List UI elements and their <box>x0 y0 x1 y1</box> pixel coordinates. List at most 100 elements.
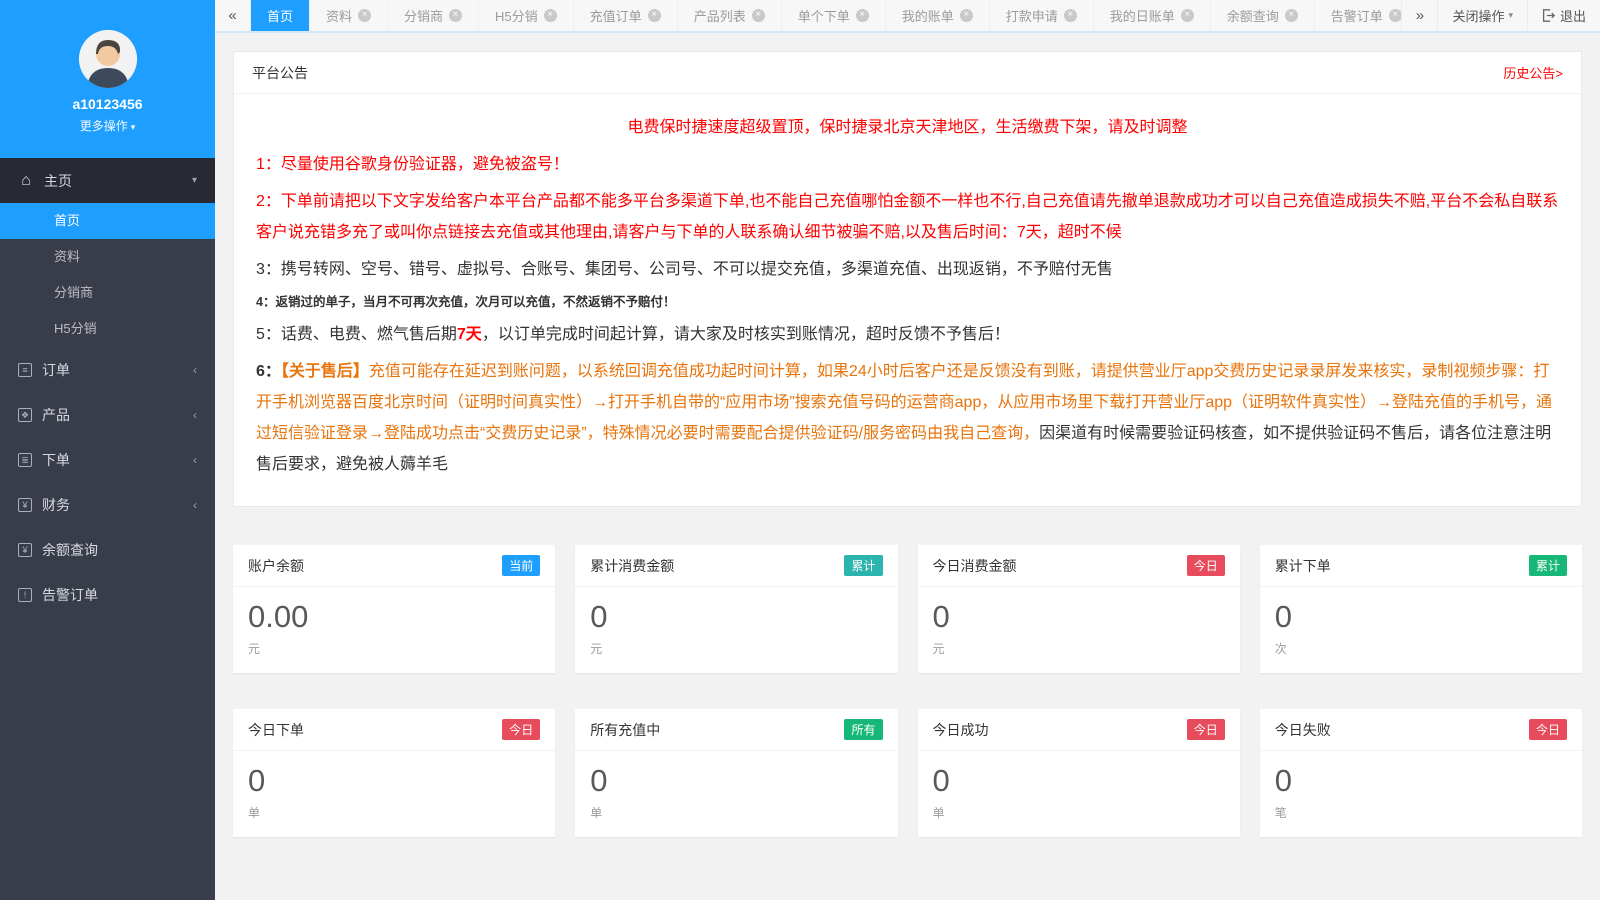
chevron-left-icon: ‹ <box>193 363 197 377</box>
tab-7[interactable]: 我的账单× <box>886 0 990 31</box>
logout-button[interactable]: 退出 <box>1527 0 1600 31</box>
announcement-panel-header: 平台公告 历史公告> <box>234 52 1581 94</box>
tab-3[interactable]: H5分销× <box>479 0 574 31</box>
tab-close-icon[interactable]: × <box>1389 9 1402 22</box>
announcement-segment: 4：返销过的单子，当月不可再次充值，次月可以充值，不然返销不予赔付！ <box>256 295 675 309</box>
tab-4[interactable]: 充值订单 × <box>574 0 678 31</box>
tab-2[interactable]: 分销商× <box>388 0 479 31</box>
double-chevron-left-icon: « <box>228 7 236 24</box>
stat-card-value: 0 <box>590 763 882 799</box>
tab-label: 产品列表 <box>694 6 746 25</box>
sidebar-subitem-1[interactable]: 资料 <box>0 239 215 275</box>
tab-0[interactable]: 首页 <box>251 0 310 31</box>
announcement-line: 5：话费、电费、燃气售后期7天，以订单完成时间起计算，请大家及时核实到账情况，超… <box>256 319 1559 350</box>
stat-card-title: 账户余额 <box>248 556 304 576</box>
sidebar-submenu: 首页资料分销商H5分销 <box>0 203 215 347</box>
announcement-panel: 平台公告 历史公告> 电费保时捷速度超级置顶，保时捷录北京天津地区，生活缴费下架… <box>233 51 1582 507</box>
stat-card-header: 今日消费金额今日 <box>918 545 1240 587</box>
stat-card-unit: 元 <box>248 640 540 657</box>
tab-close-icon[interactable]: × <box>648 9 661 22</box>
sidebar-subitem-3[interactable]: H5分销 <box>0 311 215 347</box>
stat-card-unit: 笔 <box>1275 804 1567 821</box>
tab-close-icon[interactable]: × <box>1064 9 1077 22</box>
tab-close-icon[interactable]: × <box>856 9 869 22</box>
stat-card-body: 0单 <box>918 751 1240 837</box>
sidebar-item-0[interactable]: ⌂ 主页 ▾ <box>0 158 215 203</box>
stat-card-header: 账户余额当前 <box>233 545 555 587</box>
sidebar-item-label: 财务 <box>42 495 70 515</box>
tab-label: 打款申请 <box>1006 6 1058 25</box>
stat-card-badge: 今日 <box>1187 555 1225 576</box>
stat-card-5: 所有充值中所有0单 <box>575 709 897 837</box>
stat-card-title: 今日失败 <box>1275 720 1331 740</box>
tab-9[interactable]: 我的日账单 × <box>1094 0 1211 31</box>
sidebar-item-label: 余额查询 <box>42 540 98 560</box>
logout-label: 退出 <box>1560 6 1586 25</box>
tab-6[interactable]: 单个下单× <box>782 0 886 31</box>
sidebar-item-1[interactable]: ≡订单‹ <box>0 347 215 392</box>
tab-close-icon[interactable]: × <box>449 9 462 22</box>
sidebar-item-label: 告警订单 <box>42 585 98 605</box>
more-actions-dropdown[interactable]: 更多操作▾ <box>80 117 136 134</box>
tab-label: 充值订单 <box>590 6 642 25</box>
logout-icon <box>1542 9 1555 22</box>
stat-card-header: 所有充值中所有 <box>575 709 897 751</box>
announcement-line: 3：携号转网、空号、错号、虚拟号、合账号、集团号、公司号、不可以提交充值，多渠道… <box>256 254 1559 285</box>
chevron-down-icon: ▾ <box>192 175 197 186</box>
stat-card-unit: 元 <box>933 640 1225 657</box>
tab-8[interactable]: 打款申请 × <box>990 0 1094 31</box>
sidebar-item-4[interactable]: ¥财务‹ <box>0 482 215 527</box>
stat-card-body: 0.00元 <box>233 587 555 673</box>
announcement-line: 6：【关于售后】充值可能存在延迟到账问题，以系统回调充值成功起时间计算，如果24… <box>256 356 1559 480</box>
stat-card-header: 今日下单今日 <box>233 709 555 751</box>
balance-icon: ¥ <box>18 543 32 557</box>
close-operations-dropdown[interactable]: 关闭操作▾ <box>1437 0 1527 31</box>
tabs-scroll-left-button[interactable]: « <box>215 0 251 31</box>
avatar[interactable] <box>79 30 137 88</box>
sidebar-item-5[interactable]: ¥ 余额查询 <box>0 527 215 572</box>
announcement-line: 1：尽量使用谷歌身份验证器，避免被盗号！ <box>256 149 1559 180</box>
sidebar-item-6[interactable]: !告警订单 <box>0 572 215 617</box>
stat-card-unit: 单 <box>248 804 540 821</box>
history-announcements-link[interactable]: 历史公告> <box>1503 63 1563 82</box>
close-operations-label: 关闭操作 <box>1452 6 1504 25</box>
sidebar-subitem-0[interactable]: 首页 <box>0 203 215 239</box>
stat-card-header: 累计下单累计 <box>1260 545 1582 587</box>
stat-card-3: 累计下单累计0次 <box>1260 545 1582 673</box>
tab-close-icon[interactable]: × <box>1181 9 1194 22</box>
sidebar: a10123456 更多操作▾ ⌂主页▾首页资料分销商H5分销≡订单‹❖产品‹≣… <box>0 0 215 900</box>
tab-close-icon[interactable]: × <box>752 9 765 22</box>
product-icon: ❖ <box>18 408 32 422</box>
tab-close-icon[interactable]: × <box>358 9 371 22</box>
sidebar-item-3[interactable]: ≣下单‹ <box>0 437 215 482</box>
tab-close-icon[interactable]: × <box>1285 9 1298 22</box>
tab-close-icon[interactable]: × <box>544 9 557 22</box>
stat-card-title: 累计下单 <box>1275 556 1331 576</box>
sidebar-subitem-2[interactable]: 分销商 <box>0 275 215 311</box>
tab-10[interactable]: 余额查询× <box>1211 0 1315 31</box>
sidebar-item-label: 下单 <box>42 450 70 470</box>
tab-label: 我的日账单 <box>1110 6 1175 25</box>
announcement-segment: 1：尽量使用谷歌身份验证器，避免被盗号！ <box>256 156 569 173</box>
home-icon: ⌂ <box>18 172 34 190</box>
double-chevron-right-icon: » <box>1416 7 1424 24</box>
avatar-image <box>79 30 137 88</box>
stat-card-body: 0元 <box>575 587 897 673</box>
stat-card-unit: 次 <box>1275 640 1567 657</box>
tab-11[interactable]: 告警订单 × <box>1315 0 1402 31</box>
announcement-line: 电费保时捷速度超级置顶，保时捷录北京天津地区，生活缴费下架，请及时调整 <box>256 112 1559 143</box>
stat-card-0: 账户余额当前0.00元 <box>233 545 555 673</box>
tab-close-icon[interactable]: × <box>960 9 973 22</box>
tab-5[interactable]: 产品列表 × <box>678 0 782 31</box>
sidebar-item-label: 主页 <box>44 171 72 191</box>
tabs-scroll-right-button[interactable]: » <box>1401 0 1437 31</box>
stat-card-unit: 单 <box>933 804 1225 821</box>
tab-1[interactable]: 资料× <box>310 0 388 31</box>
stat-card-4: 今日下单今日0单 <box>233 709 555 837</box>
stat-card-body: 0单 <box>233 751 555 837</box>
stat-card-header: 累计消费金额累计 <box>575 545 897 587</box>
stat-card-badge: 今日 <box>1529 719 1567 740</box>
announcement-segment: 【关于售后】 <box>281 363 369 380</box>
tab-label: 告警订单 <box>1331 6 1383 25</box>
sidebar-item-2[interactable]: ❖产品‹ <box>0 392 215 437</box>
